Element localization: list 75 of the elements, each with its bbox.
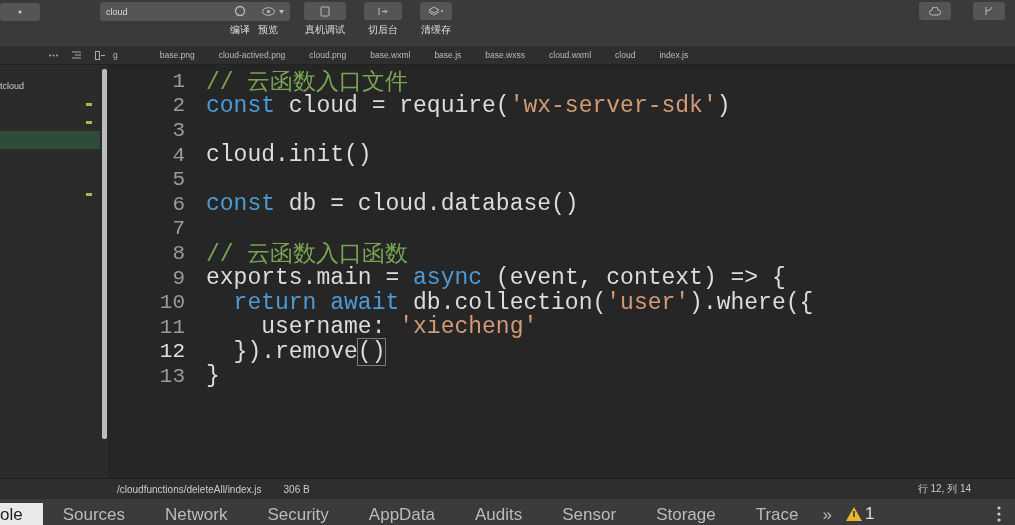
- line-number: 7: [171, 217, 186, 241]
- branch-icon: [984, 6, 994, 16]
- modified-marker: [86, 192, 92, 196]
- file-tab[interactable]: base.png: [159, 50, 219, 60]
- caret-icon: [279, 9, 284, 14]
- split-icon[interactable]: [95, 50, 105, 60]
- tool-button[interactable]: [420, 2, 452, 20]
- line-number: 11: [158, 315, 186, 339]
- tool-label: 真机调试: [305, 23, 345, 37]
- devtools-tab[interactable]: ole: [0, 503, 43, 525]
- line-number: 10: [158, 291, 186, 315]
- line-number: 5: [171, 168, 186, 192]
- devtools-tab[interactable]: Audits: [455, 503, 543, 525]
- project-select[interactable]: cloud: [100, 2, 290, 21]
- line-number: 2: [171, 94, 186, 118]
- file-size: 306 B: [283, 483, 310, 495]
- upload-button[interactable]: [919, 2, 951, 20]
- tool-label: 切后台: [368, 23, 398, 37]
- code-line: exports.main = async (event, context) => {: [206, 265, 786, 292]
- indent-icon[interactable]: [72, 51, 81, 59]
- caret-icon: [18, 10, 22, 14]
- line-number: 12: [158, 340, 186, 364]
- file-tab[interactable]: base.wxss: [485, 50, 549, 60]
- code-line: const cloud = require('wx-server-sdk'): [206, 92, 731, 119]
- refresh-icon: [234, 5, 246, 17]
- tool-label: 清缓存: [421, 23, 451, 37]
- tool-button[interactable]: [364, 2, 402, 20]
- scrollbar-thumb[interactable]: [101, 69, 107, 439]
- file-tab[interactable]: cloud: [615, 50, 660, 60]
- code-line: }).remove(): [232, 338, 386, 365]
- warning-count[interactable]: 1: [846, 503, 875, 525]
- layers-icon: [428, 6, 444, 16]
- line-number: 1: [171, 69, 186, 93]
- devtools-tab[interactable]: Trace: [735, 503, 819, 525]
- devtools-tab[interactable]: Sensor: [542, 503, 637, 525]
- tool-label: 预览: [258, 23, 278, 37]
- devtools-tab[interactable]: Security: [247, 503, 349, 525]
- devtools-tab[interactable]: Sources: [42, 503, 146, 525]
- code-line: cloud.init(): [206, 142, 372, 169]
- file-tab[interactable]: base.wxml: [370, 50, 435, 60]
- cursor-position: 行 12, 列 14: [917, 482, 971, 496]
- file-tree-item[interactable]: tcloud: [0, 77, 100, 95]
- code-line: }: [206, 363, 220, 390]
- file-tab[interactable]: g: [113, 50, 160, 60]
- line-number: 8: [171, 241, 186, 265]
- tool-button[interactable]: [304, 2, 346, 20]
- devtools-tab[interactable]: Storage: [636, 503, 736, 525]
- more-icon[interactable]: [49, 53, 58, 57]
- line-number: 13: [158, 364, 186, 388]
- line-number: 4: [171, 143, 186, 167]
- warning-icon: [846, 507, 862, 521]
- menu-icon[interactable]: [997, 506, 1001, 522]
- code-line: username: 'xiecheng': [261, 314, 538, 341]
- phone-icon: [320, 5, 330, 17]
- code-line: return await db.collection('user').where({: [232, 289, 814, 316]
- code-line: const db = cloud.database(): [206, 191, 579, 218]
- file-tab[interactable]: cloud.png: [309, 50, 371, 60]
- cloud-upload-icon: [929, 6, 941, 16]
- devtools-tab[interactable]: AppData: [348, 503, 455, 525]
- eye-icon: [261, 6, 275, 16]
- line-number: 6: [171, 192, 186, 216]
- line-number: 9: [171, 266, 186, 290]
- modified-marker: [86, 120, 92, 124]
- more-tabs-button[interactable]: »: [818, 503, 836, 525]
- tool-label: 编译: [230, 23, 250, 37]
- file-tab[interactable]: cloud-actived.png: [218, 50, 310, 60]
- modified-marker: [86, 102, 92, 106]
- devtools-tab[interactable]: Network: [145, 503, 248, 525]
- file-path: /cloudfunctions/deleteAll/index.js: [117, 483, 262, 495]
- line-number: 3: [171, 119, 186, 142]
- branch-button[interactable]: [973, 2, 1005, 20]
- file-tab[interactable]: index.js: [659, 50, 713, 60]
- file-tab[interactable]: base.js: [434, 50, 486, 60]
- file-tab[interactable]: cloud.wxml: [549, 50, 616, 60]
- switch-icon: [377, 6, 389, 16]
